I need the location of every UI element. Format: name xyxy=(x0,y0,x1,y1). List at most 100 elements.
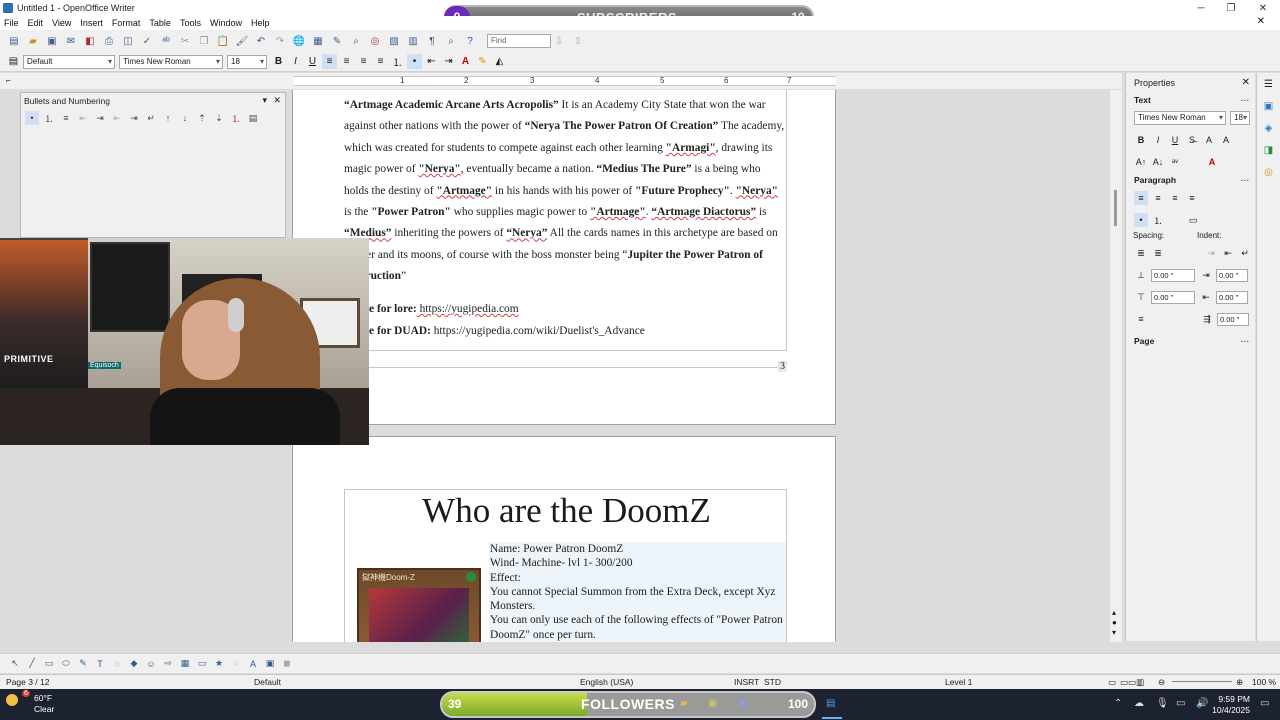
paragraph-section-more[interactable]: ⋯ xyxy=(1241,175,1250,186)
page-section-header[interactable]: Page ⋯ xyxy=(1126,334,1255,348)
navigation-icon[interactable]: ● xyxy=(1112,618,1117,627)
taskbar-clock[interactable]: 9:59 PM 10/4/2025 xyxy=(1212,694,1250,716)
list-off-icon[interactable]: ≡ xyxy=(59,111,73,125)
navigator-tab-icon[interactable]: ◎ xyxy=(1262,167,1276,181)
styles-tab-icon[interactable]: ◈ xyxy=(1262,123,1276,137)
panel-menu-icon[interactable]: ▾ xyxy=(262,95,267,106)
sidebar-size-select[interactable]: 18 xyxy=(1230,111,1250,125)
navigator-icon[interactable]: ◎ xyxy=(367,33,383,49)
store-icon[interactable]: ▣ xyxy=(708,698,717,709)
print-preview-icon[interactable]: ◫ xyxy=(120,33,136,49)
maximize-button[interactable]: ❐ xyxy=(1216,0,1246,16)
flowchart-icon[interactable]: ▦ xyxy=(178,657,192,671)
demote-with-sub-icon[interactable]: ⇤ xyxy=(110,111,124,125)
find-replace-icon[interactable]: ⌕ xyxy=(348,33,364,49)
print-icon[interactable]: ⎙ xyxy=(101,33,117,49)
font-name-select[interactable]: Times New Roman xyxy=(119,54,223,69)
bullets-numbering-dialog-icon[interactable]: ▤ xyxy=(246,111,260,125)
move-down-with-sub-icon[interactable]: ⇣ xyxy=(212,111,226,125)
callout-icon[interactable]: ◌ xyxy=(110,657,124,671)
sidebar-font-select[interactable]: Times New Roman xyxy=(1134,111,1226,125)
fontwork-icon[interactable]: A xyxy=(246,657,260,671)
show-draw-functions-icon[interactable]: ✎ xyxy=(329,33,345,49)
zoom-out-icon[interactable]: ⊖ xyxy=(1158,677,1165,688)
cut-icon[interactable]: ✂ xyxy=(177,33,193,49)
source-lore-line[interactable]: ce for lore: https://yugipedia.com xyxy=(364,303,519,315)
decrease-indent-sidebar-icon[interactable]: ⇤ xyxy=(1221,246,1235,260)
find-input[interactable]: Find xyxy=(487,34,551,48)
export-pdf-icon[interactable]: ◧ xyxy=(82,33,98,49)
sidebar-italic-button[interactable]: I xyxy=(1151,133,1165,147)
sidebar-menu-icon[interactable]: ☰ xyxy=(1262,79,1276,93)
format-paintbrush-icon[interactable]: 🖌 xyxy=(234,33,250,49)
notifications-icon[interactable]: ▭ xyxy=(1260,698,1269,709)
single-page-view-icon[interactable]: ▭ xyxy=(1108,677,1116,688)
menu-edit[interactable]: Edit xyxy=(28,18,44,28)
first-line-indent-input[interactable]: 0.00 " xyxy=(1217,312,1249,326)
bullets-icon[interactable]: • xyxy=(407,54,422,69)
sidebar-bullets-icon[interactable]: • xyxy=(1134,213,1148,227)
block-arrows-icon[interactable]: ⇨ xyxy=(161,657,175,671)
display-icon[interactable]: ▭ xyxy=(1176,698,1185,709)
hyperlink-icon[interactable]: 🌐 xyxy=(291,33,307,49)
before-indent-input[interactable]: 0.00 " xyxy=(1216,268,1248,282)
strikethrough-icon[interactable]: S̶ xyxy=(1185,133,1199,147)
bullets-off-icon[interactable]: • xyxy=(25,111,39,125)
menu-insert[interactable]: Insert xyxy=(80,18,103,28)
menu-help[interactable]: Help xyxy=(251,18,270,28)
move-down-icon[interactable]: ↓ xyxy=(178,111,192,125)
gallery-icon[interactable]: ▧ xyxy=(386,33,402,49)
gallery-tab-icon[interactable]: ◨ xyxy=(1262,145,1276,159)
status-selection-mode[interactable]: STD xyxy=(764,677,781,687)
underline-button[interactable]: U xyxy=(305,54,320,69)
spellcheck-icon[interactable]: ✓ xyxy=(139,33,155,49)
select-icon[interactable]: ↖ xyxy=(8,657,22,671)
styles-icon[interactable]: ▤ xyxy=(6,54,21,69)
numbering-icon[interactable]: ⒈ xyxy=(390,54,405,69)
find-next-icon[interactable]: ⇩ xyxy=(551,33,567,49)
background-color-icon[interactable]: ◭ xyxy=(492,54,507,69)
help-icon[interactable]: ? xyxy=(462,33,478,49)
paste-icon[interactable]: 📋 xyxy=(215,33,231,49)
from-file-icon[interactable]: ▣ xyxy=(263,657,277,671)
paragraph-style-select[interactable]: Default xyxy=(23,54,115,69)
shadow-icon[interactable]: A xyxy=(1202,133,1216,147)
below-spacing-input[interactable]: 0.00 " xyxy=(1151,290,1195,304)
increase-spacing-icon[interactable]: ≣ xyxy=(1134,246,1148,260)
properties-tab-icon[interactable]: ▣ xyxy=(1262,101,1276,115)
tab-stop-icon[interactable]: ⌐ xyxy=(6,76,11,85)
sidebar-font-color-icon[interactable]: A xyxy=(1205,155,1219,169)
align-right-icon[interactable]: ≡ xyxy=(356,54,371,69)
promote-with-sub-icon[interactable]: ⇥ xyxy=(127,111,141,125)
minimize-button[interactable]: ─ xyxy=(1186,0,1216,16)
numbering-off-icon[interactable]: ⒈ xyxy=(42,111,56,125)
source-duad-line[interactable]: ce for DUAD: https://yugipedia.com/wiki/… xyxy=(364,325,645,337)
text-icon[interactable]: T xyxy=(93,657,107,671)
table-icon[interactable]: ▦ xyxy=(310,33,326,49)
previous-page-icon[interactable]: ▴ xyxy=(1112,608,1116,617)
bullets-panel-titlebar[interactable]: Bullets and Numbering ▾ ✕ xyxy=(21,93,285,109)
close-button[interactable]: ✕ xyxy=(1248,0,1278,16)
page-4[interactable]: Who are the DoomZ 獄神機Doom-Z Name: Power … xyxy=(292,436,836,642)
restart-numbering-icon[interactable]: ⒈ xyxy=(229,111,243,125)
zoom-in-icon[interactable]: ⊕ xyxy=(1236,677,1243,688)
decrease-indent-icon[interactable]: ⇤ xyxy=(424,54,439,69)
font-color-icon[interactable]: A xyxy=(458,54,473,69)
outline-icon[interactable]: A xyxy=(1219,133,1233,147)
network-status-icon[interactable]: ☁ xyxy=(1134,698,1144,709)
datasources-icon[interactable]: ▥ xyxy=(405,33,421,49)
character-spacing-icon[interactable]: ᵃᵛ xyxy=(1168,155,1182,169)
sidebar-align-right-icon[interactable]: ≡ xyxy=(1168,191,1182,205)
menu-file[interactable]: File xyxy=(4,18,19,28)
menu-tools[interactable]: Tools xyxy=(180,18,201,28)
menu-format[interactable]: Format xyxy=(112,18,141,28)
hanging-indent-icon[interactable]: ↵ xyxy=(1238,246,1252,260)
weather-widget[interactable]: 60°F Clear xyxy=(22,693,54,715)
sidebar-justify-icon[interactable]: ≡ xyxy=(1185,191,1199,205)
scrollbar-thumb[interactable] xyxy=(1114,190,1117,226)
ellipse-icon[interactable]: ⬭ xyxy=(59,657,73,671)
sidebar-align-center-icon[interactable]: ≡ xyxy=(1151,191,1165,205)
sidebar-close-icon[interactable]: ✕ xyxy=(1242,77,1250,88)
tray-overflow-icon[interactable]: ⌃ xyxy=(1114,698,1122,709)
doomz-heading[interactable]: Who are the DoomZ xyxy=(345,490,788,532)
